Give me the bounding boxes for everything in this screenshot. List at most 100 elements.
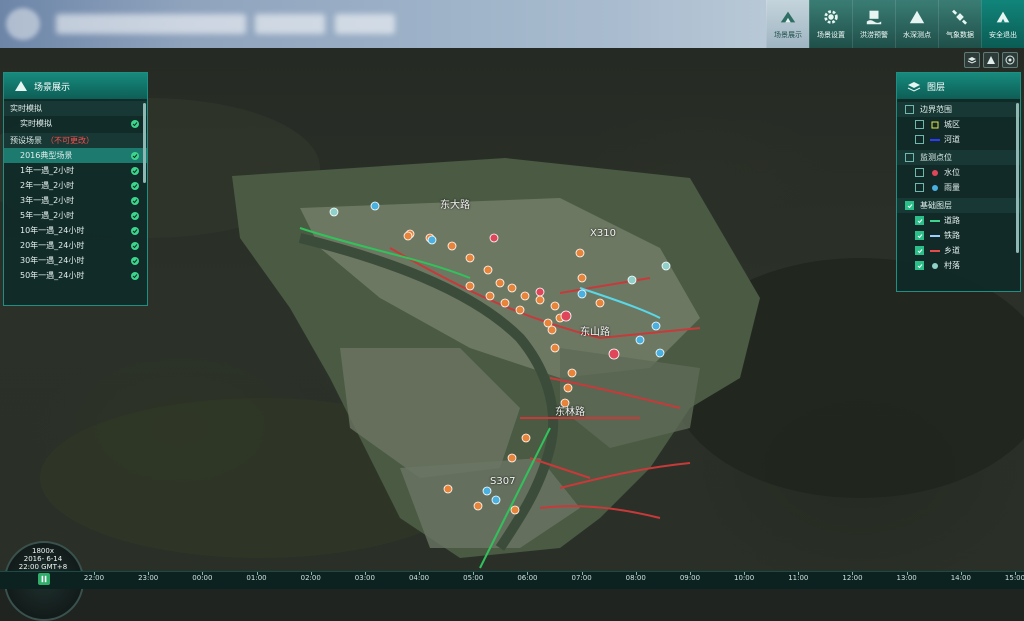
scene-panel-title: 场景展示 (34, 82, 71, 93)
timeline-tick-label: 03:00 (354, 574, 375, 582)
nav-scene-display[interactable]: 场景展示 (766, 0, 809, 48)
checkbox[interactable] (915, 183, 924, 192)
preset-item[interactable]: 2016典型场景 (4, 148, 147, 163)
checkbox[interactable] (905, 153, 914, 162)
checkbox[interactable] (905, 201, 914, 210)
legend-swatch-icon (930, 184, 940, 192)
flood-icon (866, 10, 882, 25)
scene-panel-header: 场景展示 (4, 73, 147, 99)
clock-scale: 1800x (32, 547, 54, 555)
layer-group-label: 监测点位 (920, 153, 952, 162)
nav-label: 水深测点 (903, 31, 931, 39)
timeline-tick-label: 07:00 (571, 574, 592, 582)
timeline-tick-label: 04:00 (408, 574, 430, 582)
clock-date: 2016- 6-14 (23, 555, 63, 563)
layer-group-label: 边界范围 (920, 105, 952, 114)
app-title-blurred (56, 14, 246, 34)
layer-item[interactable]: 乡道 (897, 243, 1020, 258)
layer-group[interactable]: 基础图层 (897, 198, 1020, 213)
layers-icon (967, 57, 977, 64)
layer-group[interactable]: 监测点位 (897, 150, 1020, 165)
timeline-tick-label: 09:00 (679, 574, 701, 582)
nav-weather-data[interactable]: 气象数据 (938, 0, 981, 48)
preset-item[interactable]: 20年一遇_24小时 (4, 238, 147, 253)
checkbox[interactable] (915, 168, 924, 177)
layer-item[interactable]: 城区 (897, 117, 1020, 132)
layer-item[interactable]: 河道 (897, 132, 1020, 147)
nav-scene-settings[interactable]: 场景设置 (809, 0, 852, 48)
map-view[interactable]: X310 S307 东林路 东山路 东大路 (0, 48, 1024, 572)
preset-item[interactable]: 50年一遇_24小时 (4, 268, 147, 283)
nav-water-depth[interactable]: 水深测点 (895, 0, 938, 48)
nav-label: 场景设置 (817, 31, 845, 39)
checkbox[interactable] (915, 231, 924, 240)
layer-panel-header: 图层 (897, 73, 1020, 99)
layer-item[interactable]: 水位 (897, 165, 1020, 180)
nav-label: 场景展示 (774, 31, 802, 39)
section-preset: 预设场景 （不可更改） (4, 133, 147, 148)
map-label-donglin-road: 东林路 (555, 407, 585, 418)
preset-item[interactable]: 1年一遇_2小时 (4, 163, 147, 178)
app-header: 场景展示 场景设置 洪涝预警 水深测点 气象数据 安全退出 (0, 0, 1024, 48)
checkbox[interactable] (915, 120, 924, 129)
preset-item[interactable]: 2年一遇_2小时 (4, 178, 147, 193)
legend-swatch-icon (930, 121, 940, 129)
row-label: 实时模拟 (20, 119, 52, 128)
scene-scrollbar[interactable] (143, 103, 146, 183)
preset-item[interactable]: 3年一遇_2小时 (4, 193, 147, 208)
layer-item[interactable]: 道路 (897, 213, 1020, 228)
layer-item[interactable]: 村落 (897, 258, 1020, 273)
nav-label: 洪涝预警 (860, 31, 888, 39)
timeline-tick-label: 14:00 (950, 574, 971, 582)
map-label-s307: S307 (490, 476, 516, 487)
timeline-tick-label: 08:00 (625, 574, 646, 582)
row-label: 2016典型场景 (20, 151, 73, 160)
layer-group[interactable]: 边界范围 (897, 102, 1020, 117)
timeline-tick-label: 11:00 (788, 574, 809, 582)
checkbox[interactable] (905, 105, 914, 114)
checkbox[interactable] (915, 246, 924, 255)
row-label: 2年一遇_2小时 (20, 181, 75, 190)
terrain-icon (987, 56, 995, 64)
mountain-icon (15, 81, 27, 91)
layer-panel-title: 图层 (927, 82, 946, 93)
app-subtitle2-blurred (335, 14, 395, 34)
realtime-item[interactable]: 实时模拟 (4, 116, 147, 131)
layer-item[interactable]: 铁路 (897, 228, 1020, 243)
check-icon (131, 119, 139, 128)
checkbox[interactable] (915, 135, 924, 144)
scene-panel: 场景展示 实时模拟 实时模拟 预设场景 （不可更改） 2016典型场景 1年一遇_… (3, 72, 148, 306)
nav-label: 安全退出 (989, 31, 1017, 39)
compass-icon (1005, 55, 1015, 65)
layer-panel: 图层 边界范围城区河道监测点位水位 雨量基础图层 道路 铁路 乡道 村落 (896, 72, 1021, 292)
row-label: 3年一遇_2小时 (20, 196, 75, 205)
row-label: 20年一遇_24小时 (20, 241, 85, 250)
layer-scrollbar[interactable] (1016, 103, 1019, 253)
preset-item[interactable]: 10年一遇_24小时 (4, 223, 147, 238)
checkbox[interactable] (915, 216, 924, 225)
mountain-icon (780, 11, 796, 23)
timeline[interactable]: 22:00 23:00 00:00 01:00 02:00 03:00 04:00 05:00… (0, 571, 1024, 589)
map-label-dongshan-road: 东山路 (580, 327, 610, 338)
peak-icon (909, 10, 925, 24)
timeline-tick-label: 22:00 (83, 574, 105, 582)
nav-flood-warning[interactable]: 洪涝预警 (852, 0, 895, 48)
checkbox[interactable] (915, 261, 924, 270)
nav-safe-exit[interactable]: 安全退出 (981, 0, 1024, 48)
preset-item[interactable]: 5年一遇_2小时 (4, 208, 147, 223)
layer-item-label: 河道 (944, 135, 960, 144)
layer-item[interactable]: 雨量 (897, 180, 1020, 195)
check-icon (131, 181, 139, 190)
preset-warning: （不可更改） (46, 136, 94, 145)
app-logo (6, 8, 40, 40)
layer-item-label: 城区 (944, 120, 960, 129)
satellite-icon (952, 9, 968, 25)
timeline-tick-label: 05:00 (463, 574, 484, 582)
main-nav: 场景展示 场景设置 洪涝预警 水深测点 气象数据 安全退出 (766, 0, 1024, 48)
preset-item[interactable]: 30年一遇_24小时 (4, 253, 147, 268)
play-pause-button[interactable] (38, 573, 50, 585)
compass-button[interactable] (1002, 52, 1018, 68)
preset-list: 2016典型场景 1年一遇_2小时 2年一遇_2小时 3年一遇_2小时 5年一遇_2小时… (4, 148, 147, 283)
layers-button[interactable] (964, 52, 980, 68)
terrain-button[interactable] (983, 52, 999, 68)
